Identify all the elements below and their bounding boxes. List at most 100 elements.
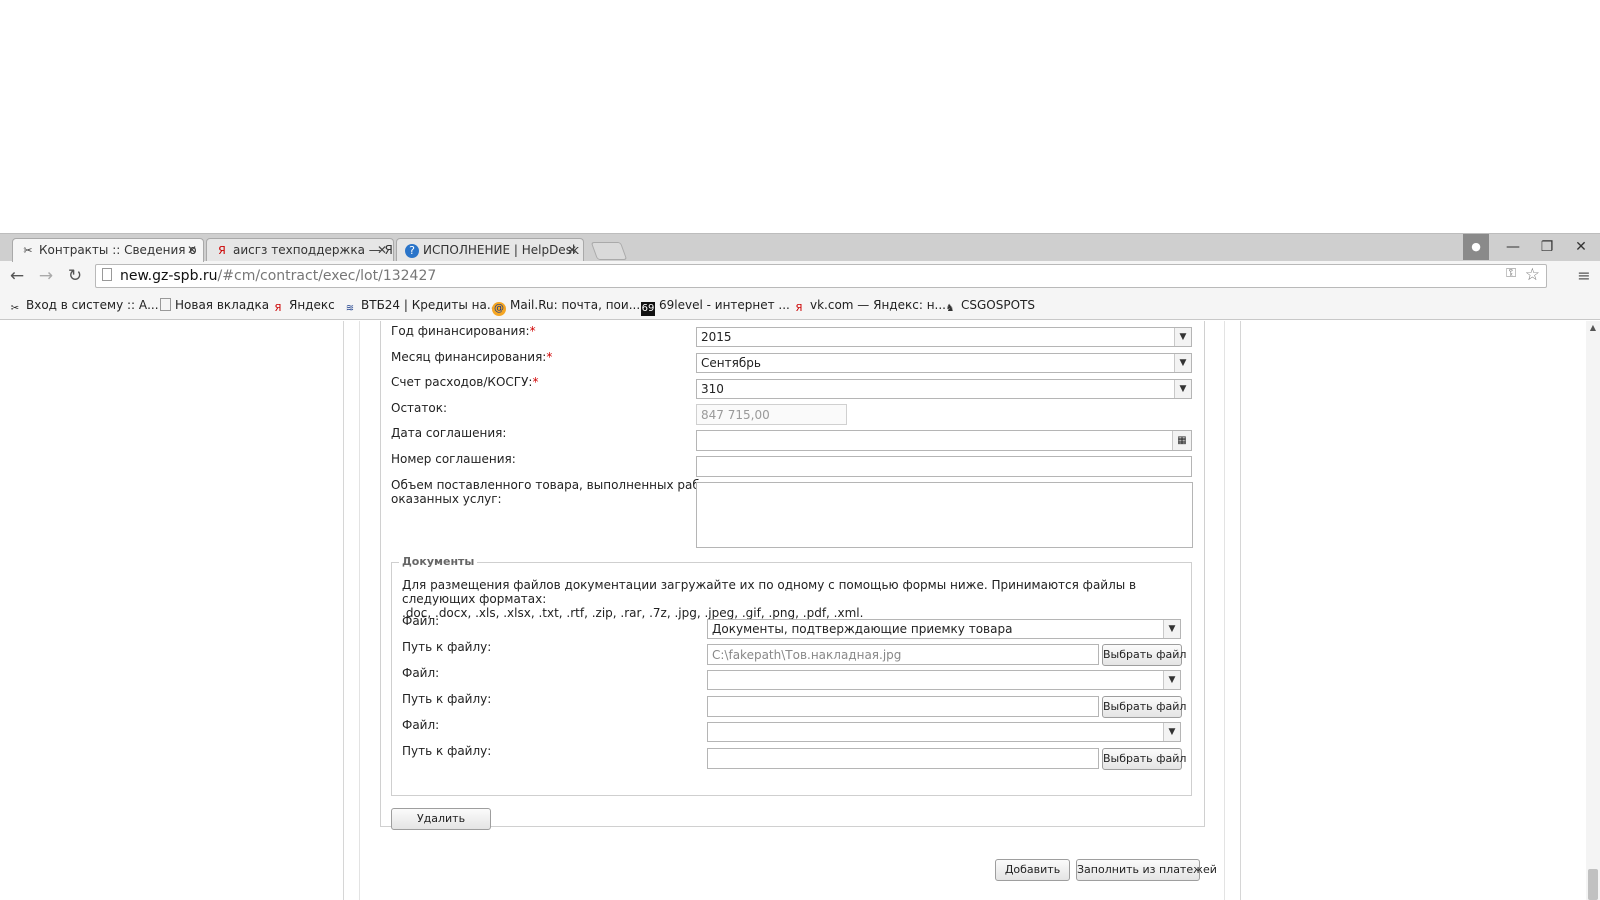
field-value: 847 715,00: [701, 408, 770, 422]
user-icon[interactable]: ●: [1463, 234, 1489, 260]
tab-strip: ✂ Контракты :: Сведения о ✕ Я аисгз техп…: [0, 233, 1600, 262]
address-bar[interactable]: new.gz-spb.ru/#cm/contract/exec/lot/1324…: [95, 264, 1547, 288]
key-icon[interactable]: ⚿: [1506, 266, 1516, 281]
account-label: Счет расходов/КОСГУ:*: [391, 375, 538, 389]
select-value: Сентябрь: [701, 356, 761, 370]
chevron-down-icon[interactable]: ▼: [1163, 723, 1180, 741]
required-mark: *: [546, 350, 553, 364]
file-label: Файл:: [402, 666, 440, 680]
bookmark-label: Яндекс: [289, 298, 335, 312]
close-window-icon[interactable]: ✕: [1564, 234, 1598, 260]
bookmark-label: ВТБ24 | Кредиты на...: [361, 298, 499, 312]
add-button[interactable]: Добавить: [995, 859, 1070, 881]
balance-label: Остаток:: [391, 401, 448, 415]
divider: [1224, 321, 1225, 900]
back-icon[interactable]: ←: [5, 264, 29, 288]
contract-icon: ✂: [23, 244, 33, 257]
tab-contracts[interactable]: ✂ Контракты :: Сведения о ✕: [12, 238, 204, 262]
file-label: Файл:: [402, 614, 440, 628]
volume-label: Объем поставленного товара, выполненных …: [391, 478, 718, 506]
month-select[interactable]: Сентябрь ▼: [696, 353, 1192, 373]
tab-title: ИСПОЛНЕНИЕ | HelpDesk: [423, 243, 579, 257]
year-select[interactable]: 2015 ▼: [696, 327, 1192, 347]
calendar-icon[interactable]: ▦: [1172, 431, 1191, 450]
restore-icon[interactable]: ❐: [1530, 234, 1564, 260]
bookmark-item[interactable]: ♞ CSGOSPOTS: [943, 291, 1035, 319]
choose-file-button[interactable]: Выбрать файл: [1102, 748, 1186, 770]
chevron-down-icon[interactable]: ▼: [1174, 328, 1191, 346]
agreement-date-field[interactable]: ▦: [696, 430, 1192, 451]
file-path-field[interactable]: [707, 748, 1099, 769]
volume-textarea[interactable]: [696, 482, 1193, 548]
agreement-date-label: Дата соглашения:: [391, 426, 507, 440]
tab-helpdesk[interactable]: ? ИСПОЛНЕНИЕ | HelpDesk ✕: [396, 238, 584, 262]
label-text: Счет расходов/КОСГУ:: [391, 375, 533, 389]
mailru-icon: @: [492, 302, 506, 316]
tab-title: аисгз техподдержка — Я: [233, 243, 393, 257]
browser-chrome: ✂ Контракты :: Сведения о ✕ Я аисгз техп…: [0, 233, 1600, 321]
balance-field: 847 715,00: [696, 404, 847, 425]
file-type-select[interactable]: ▼: [707, 670, 1181, 690]
page-icon: [102, 268, 112, 281]
bookmark-item[interactable]: Я Яндекс: [271, 291, 335, 319]
bookmark-item[interactable]: ≋ ВТБ24 | Кредиты на...: [343, 291, 498, 319]
bookmark-item[interactable]: Новая вкладка: [160, 291, 269, 319]
menu-icon[interactable]: ≡: [1572, 264, 1596, 288]
scrollbar-thumb[interactable]: [1588, 869, 1598, 900]
page-icon: [160, 298, 171, 311]
select-value: 2015: [701, 330, 732, 344]
file-type-select[interactable]: ▼: [707, 722, 1181, 742]
file-path-field[interactable]: C:\fakepath\Тов.накладная.jpg: [707, 644, 1099, 665]
documents-info: Для размещения файлов документации загру…: [402, 578, 1192, 620]
reload-icon[interactable]: ↻: [63, 264, 87, 288]
tab-title: Контракты :: Сведения о: [39, 243, 197, 257]
minimize-icon[interactable]: —: [1496, 234, 1530, 260]
fill-from-payments-button[interactable]: Заполнить из платежей: [1076, 859, 1217, 881]
close-icon[interactable]: ✕: [187, 239, 197, 262]
close-icon[interactable]: ✕: [377, 239, 387, 262]
choose-file-button[interactable]: Выбрать файл: [1102, 696, 1186, 718]
close-icon[interactable]: ✕: [567, 239, 577, 262]
bookmark-label: 69level - интернет ...: [659, 298, 790, 312]
star-icon[interactable]: ☆: [1525, 265, 1540, 285]
bookmarks-bar: ✂ Вход в систему :: А... Новая вкладка ЯЯ…: [0, 291, 1600, 320]
path-label: Путь к файлу:: [402, 692, 492, 706]
file-label: Файл:: [402, 718, 440, 732]
file-path-field[interactable]: [707, 696, 1099, 717]
forward-icon[interactable]: →: [34, 264, 58, 288]
bookmark-label: Вход в систему :: А...: [26, 298, 159, 312]
info-line: Для размещения файлов документации загру…: [402, 578, 1137, 606]
bookmark-item[interactable]: @ Mail.Ru: почта, пои...: [492, 291, 640, 319]
bookmark-item[interactable]: ✂ Вход в систему :: А...: [8, 291, 159, 319]
divider: [359, 321, 360, 900]
chevron-down-icon[interactable]: ▼: [1174, 354, 1191, 372]
chevron-down-icon[interactable]: ▼: [1174, 380, 1191, 398]
label-line: Объем поставленного товара, выполненных …: [391, 478, 718, 492]
choose-file-button[interactable]: Выбрать файл: [1102, 644, 1186, 666]
yandex-icon: Я: [795, 303, 803, 314]
contract-icon: ✂: [10, 303, 20, 314]
file-type-select[interactable]: Документы, подтверждающие приемку товара…: [707, 619, 1181, 639]
url-text: new.gz-spb.ru/#cm/contract/exec/lot/1324…: [120, 265, 436, 287]
vertical-scrollbar[interactable]: ▲: [1586, 321, 1600, 900]
vtb-icon: ≋: [345, 303, 355, 314]
yandex-icon: Я: [274, 303, 282, 314]
agreement-number-field[interactable]: [696, 456, 1192, 477]
field-value: C:\fakepath\Тов.накладная.jpg: [712, 648, 902, 662]
bookmark-item[interactable]: 69 69level - интернет ...: [641, 291, 790, 319]
chevron-down-icon[interactable]: ▼: [1163, 620, 1180, 638]
account-select[interactable]: 310 ▼: [696, 379, 1192, 399]
tab-yandex-support[interactable]: Я аисгз техподдержка — Я ✕: [206, 238, 394, 262]
select-value: Документы, подтверждающие приемку товара: [712, 622, 1013, 636]
new-tab-button[interactable]: [590, 242, 628, 260]
browser-toolbar: ← → ↻ new.gz-spb.ru/#cm/contract/exec/lo…: [0, 261, 1600, 291]
delete-button[interactable]: Удалить: [391, 808, 491, 830]
agreement-number-label: Номер соглашения:: [391, 452, 516, 466]
helpdesk-icon: ?: [405, 244, 419, 258]
scroll-up-icon[interactable]: ▲: [1586, 321, 1600, 335]
chevron-down-icon[interactable]: ▼: [1163, 671, 1180, 689]
bookmark-item[interactable]: Яvk.com — Яндекс: н...: [792, 291, 946, 319]
url-path: /#cm/contract/exec/lot/132427: [217, 268, 437, 284]
documents-legend: Документы: [399, 555, 478, 568]
month-label: Месяц финансирования:*: [391, 350, 552, 364]
